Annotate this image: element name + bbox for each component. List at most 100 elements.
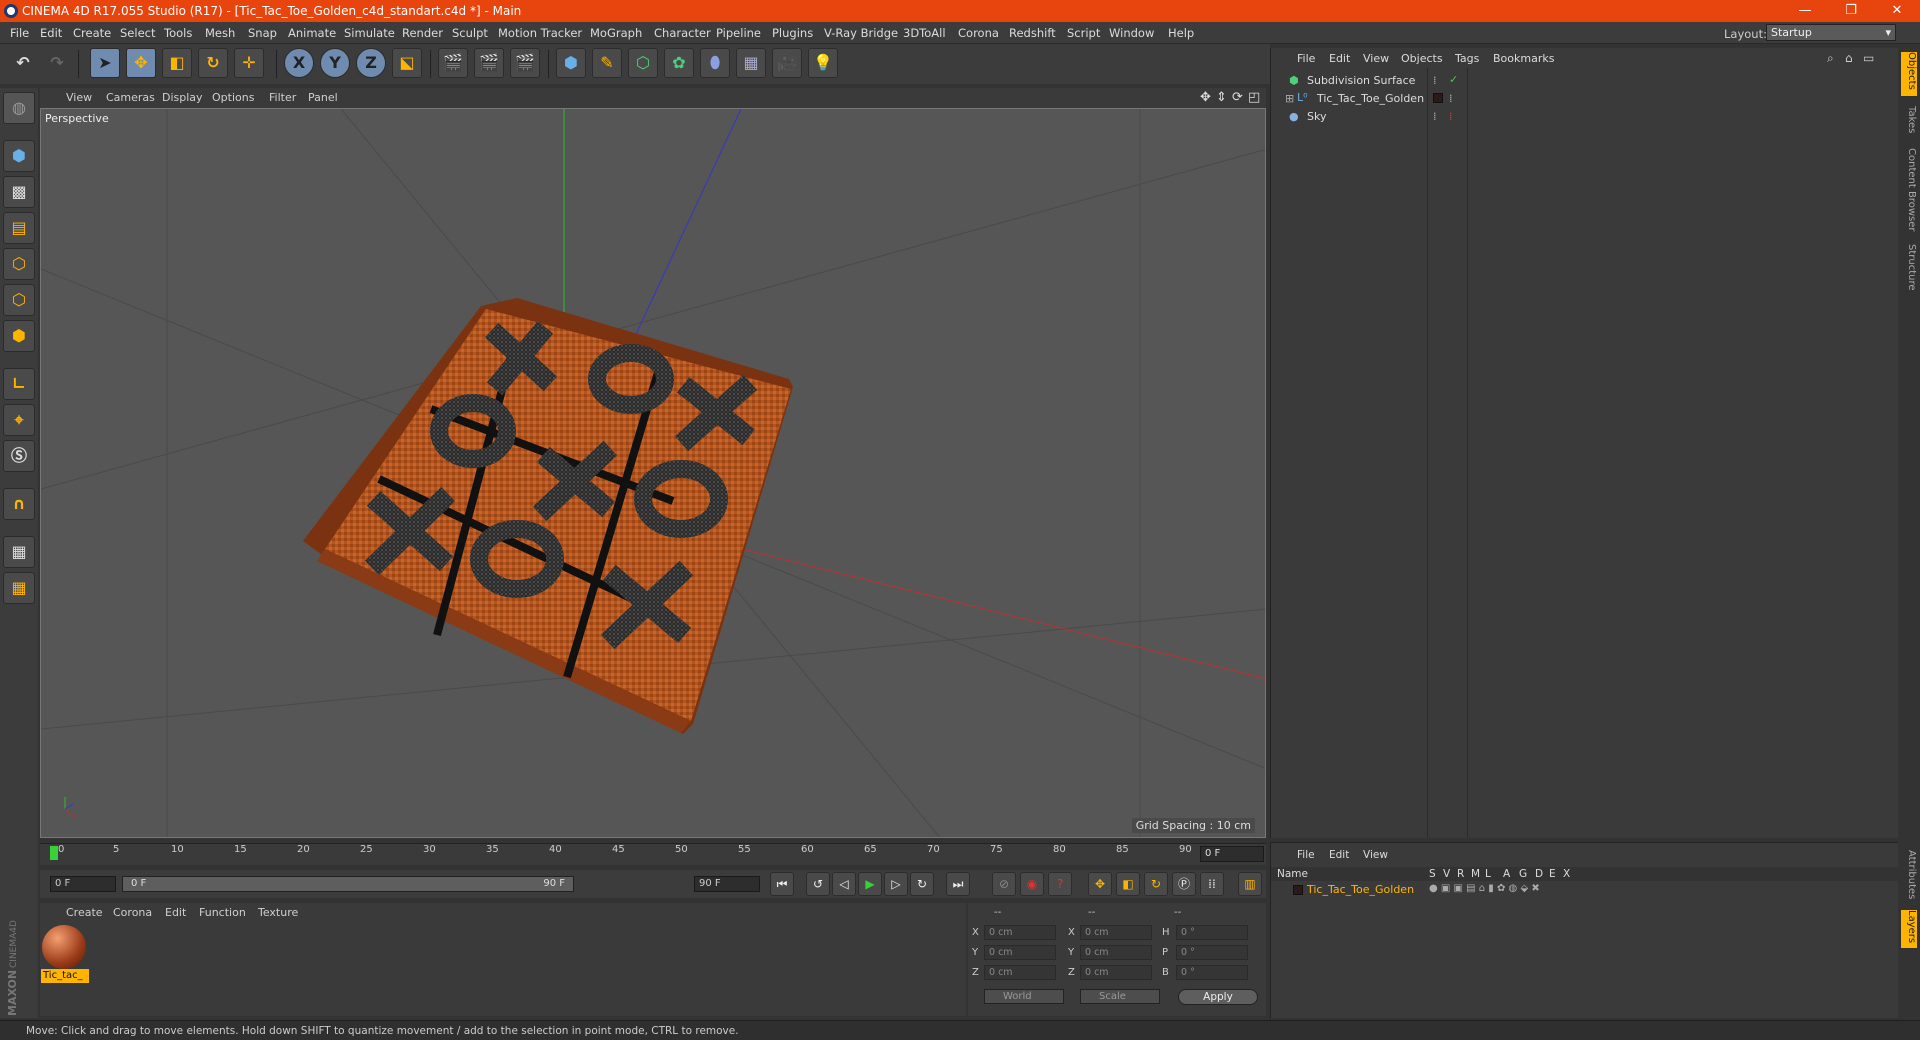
menu-tools[interactable]: Tools [164,26,192,40]
redo-button[interactable]: ↷ [42,48,72,78]
objects-menu-view[interactable]: View [1363,52,1389,65]
start-frame-field[interactable]: 0 F [50,876,116,892]
menu-sculpt[interactable]: Sculpt [452,26,488,40]
material-menu-corona[interactable]: Corona [113,906,152,919]
menu-animate[interactable]: Animate [288,26,336,40]
end-frame-field[interactable]: 90 F [694,876,760,892]
size-y-field[interactable]: 0 cm [1080,945,1152,960]
undo-button[interactable]: ↶ [8,48,38,78]
viewport-menu-options[interactable]: Options [212,91,254,104]
tab-takes[interactable]: Takes [1901,106,1917,140]
viewport-menu-panel[interactable]: Panel [308,91,338,104]
tab-structure[interactable]: Structure [1901,244,1917,300]
material-menu-function[interactable]: Function [199,906,246,919]
make-editable-button[interactable]: ◍ [3,92,35,124]
menu-character[interactable]: Character [654,26,711,40]
go-to-start-button[interactable]: ⏮ [770,872,794,896]
next-frame-button[interactable]: ▷ [884,872,908,896]
object-row-sky[interactable]: ● Sky ⁞ ⁞ [1271,108,1899,126]
rot-h-field[interactable]: 0 ° [1176,925,1248,940]
timeline-window-button[interactable]: ▥ [1238,872,1262,896]
pos-z-field[interactable]: 0 cm [984,965,1056,980]
object-row-subdivision[interactable]: ⬢ Subdivision Surface ⁞ ✓ [1271,72,1899,90]
menu-script[interactable]: Script [1067,26,1100,40]
maximize-view-icon[interactable]: ◰ [1248,90,1260,105]
magnet-button[interactable]: ∩ [3,488,35,520]
parameter-key-button[interactable]: Ⓟ [1172,872,1196,896]
menu-mograph[interactable]: MoGraph [590,26,642,40]
layers-menu-file[interactable]: File [1297,849,1315,861]
current-frame-field[interactable]: 0 F [1200,846,1264,862]
zoom-icon[interactable]: ⇕ [1216,90,1227,105]
render-view-button[interactable]: 🎬 [438,48,468,78]
axis-mode-button[interactable]: ∟ [3,368,35,400]
pan-icon[interactable]: ✥ [1200,90,1211,105]
cloner-button[interactable]: ✿ [664,48,694,78]
texture-mode-button[interactable]: ▩ [3,176,35,208]
autokey-button[interactable]: ◉ [1020,872,1044,896]
menu-mesh[interactable]: Mesh [205,26,235,40]
rot-b-field[interactable]: 0 ° [1176,965,1248,980]
perspective-viewport[interactable]: Perspective Grid Spacing : 10 cm [40,108,1266,838]
render-settings-button[interactable]: 🎬 [510,48,540,78]
snap-button[interactable]: Ⓢ [3,440,35,472]
record-keys-button[interactable]: ⊘ [992,872,1016,896]
layer-toggle-icons[interactable]: ● ▣ ▣ ▤ ⌂ ▮ ✿ ◍ ⬙ ✖ [1429,883,1540,894]
lock-workplane-button[interactable]: ▦ [3,536,35,568]
objects-menu-tags[interactable]: Tags [1455,52,1479,65]
cube-object-button[interactable]: ⬢ [556,48,586,78]
menu-file[interactable]: File [10,26,29,40]
menu-simulate[interactable]: Simulate [344,26,395,40]
deformer-button[interactable]: ⬮ [700,48,730,78]
objects-menu-edit[interactable]: Edit [1329,52,1350,65]
points-mode-button[interactable]: ⬡ [3,248,35,280]
previous-frame-button[interactable]: ◁ [832,872,856,896]
coordinate-space-select[interactable]: World [984,989,1064,1004]
position-key-button[interactable]: ✥ [1088,872,1112,896]
menu-render[interactable]: Render [402,26,443,40]
timeline-ruler[interactable]: 0 5 10 15 20 25 30 35 40 45 50 55 60 65 … [40,843,1266,865]
tab-objects[interactable]: Objects [1901,52,1917,96]
search-icon[interactable]: ⌕ [1827,51,1834,66]
pos-y-field[interactable]: 0 cm [984,945,1056,960]
minimize-button[interactable]: — [1782,0,1828,22]
tic-tac-toe-board[interactable] [303,298,793,734]
visibility-dots-icon[interactable]: ⁞ [1449,92,1453,105]
new-view-icon[interactable]: ▭ [1863,51,1874,65]
subdivision-surface-button[interactable]: ⬡ [628,48,658,78]
rot-p-field[interactable]: 0 ° [1176,945,1248,960]
menu-redshift[interactable]: Redshift [1009,26,1056,40]
play-button[interactable]: ▶ [858,872,882,896]
go-to-end-button[interactable]: ⏭ [946,872,970,896]
layout-select[interactable]: Startup ▾ [1766,24,1896,41]
viewport-menu-view[interactable]: View [66,91,92,104]
material-menu-texture[interactable]: Texture [258,906,298,919]
tweak-mode-button[interactable]: ⌖ [3,404,35,436]
layers-menu-view[interactable]: View [1363,849,1388,861]
size-x-field[interactable]: 0 cm [1080,925,1152,940]
tab-attributes[interactable]: Attributes [1901,850,1917,904]
menu-plugins[interactable]: Plugins [772,26,813,40]
material-menu-edit[interactable]: Edit [165,906,186,919]
objects-menu-bookmarks[interactable]: Bookmarks [1493,52,1554,65]
enabled-check-icon[interactable]: ✓ [1449,73,1458,86]
coordinate-system-button[interactable]: ⬕ [392,48,422,78]
light-button[interactable]: 💡 [808,48,838,78]
camera-button[interactable]: 🎥 [772,48,802,78]
visibility-dots-icon[interactable]: ⁞ [1433,110,1437,123]
menu-vray-bridge[interactable]: V-Ray Bridge [824,26,898,40]
viewport-menu-display[interactable]: Display [162,91,203,104]
scale-key-button[interactable]: ◧ [1116,872,1140,896]
size-mode-select[interactable]: Scale [1080,989,1160,1004]
move-tool-button[interactable]: ✥ [126,48,156,78]
keyframe-selection-button[interactable]: ? [1048,872,1072,896]
planar-workplane-button[interactable]: ▦ [3,572,35,604]
recent-tool-button[interactable]: ✛ [234,48,264,78]
next-key-button[interactable]: ↻ [910,872,934,896]
visibility-dots-icon[interactable]: ⁞ [1449,110,1453,123]
material-menu-create[interactable]: Create [66,906,103,919]
viewport-menu-filter[interactable]: Filter [269,91,296,104]
menu-help[interactable]: Help [1168,26,1194,40]
menu-edit[interactable]: Edit [40,26,62,40]
viewport-menu-cameras[interactable]: Cameras [106,91,155,104]
